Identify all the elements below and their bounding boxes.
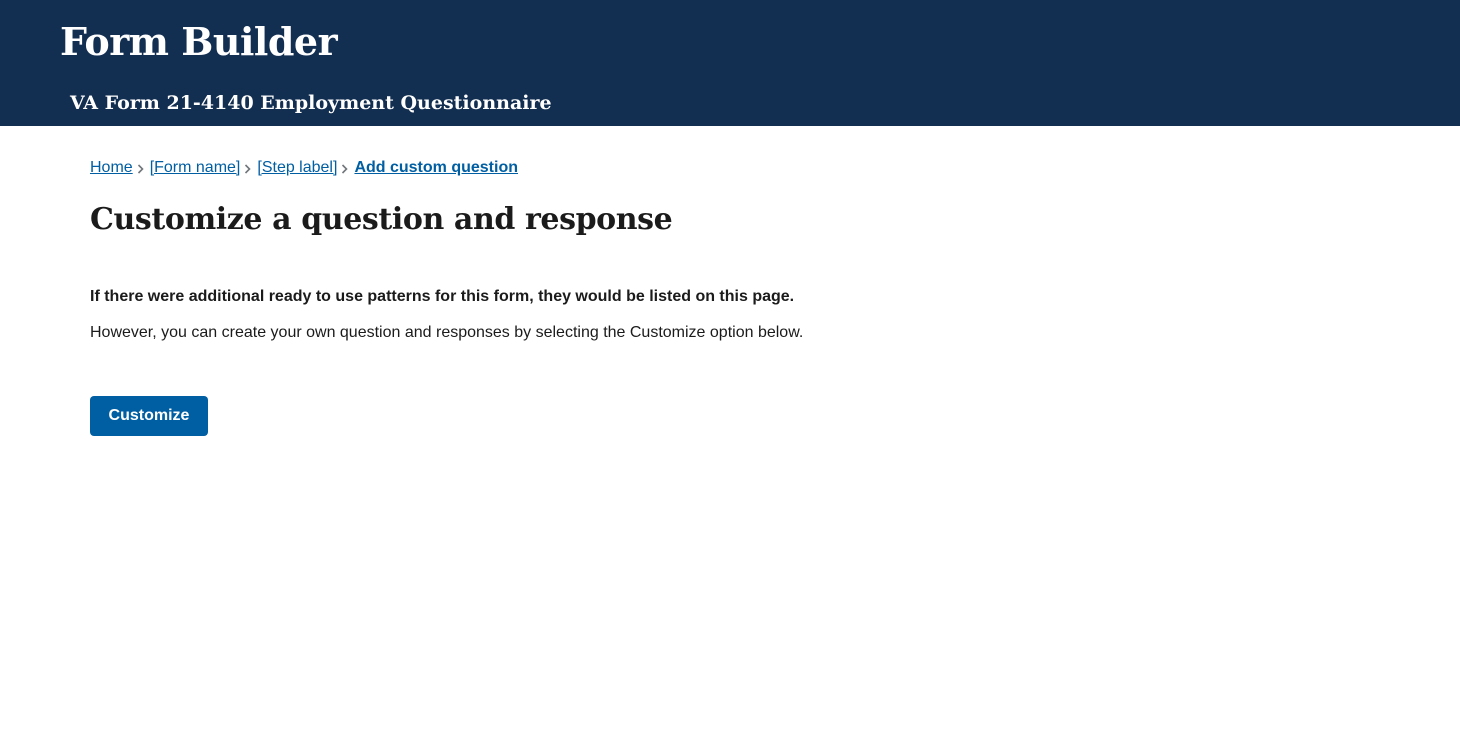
chevron-right-icon [337,157,354,179]
breadcrumb-link-step-label[interactable]: [Step label] [257,157,337,179]
intro-bold-text: If there were additional ready to use pa… [90,288,795,305]
intro-text: However, you can create your own questio… [90,324,804,341]
form-subtitle: VA Form 21-4140 Employment Questionnaire [70,92,552,114]
breadcrumb-link-home[interactable]: Home [90,157,133,179]
app-title: Form Builder [60,19,338,64]
chevron-right-icon [133,157,150,179]
site-header: Form Builder VA Form 21-4140 Employment … [0,0,1460,126]
breadcrumb-current-add-custom-question[interactable]: Add custom question [354,157,518,179]
breadcrumb: Home [Form name] [Step label] Add custom… [90,157,518,179]
chevron-right-icon [240,157,257,179]
customize-button[interactable]: Customize [90,396,208,436]
breadcrumb-link-form-name[interactable]: [Form name] [150,157,241,179]
page-title: Customize a question and response [90,202,673,237]
